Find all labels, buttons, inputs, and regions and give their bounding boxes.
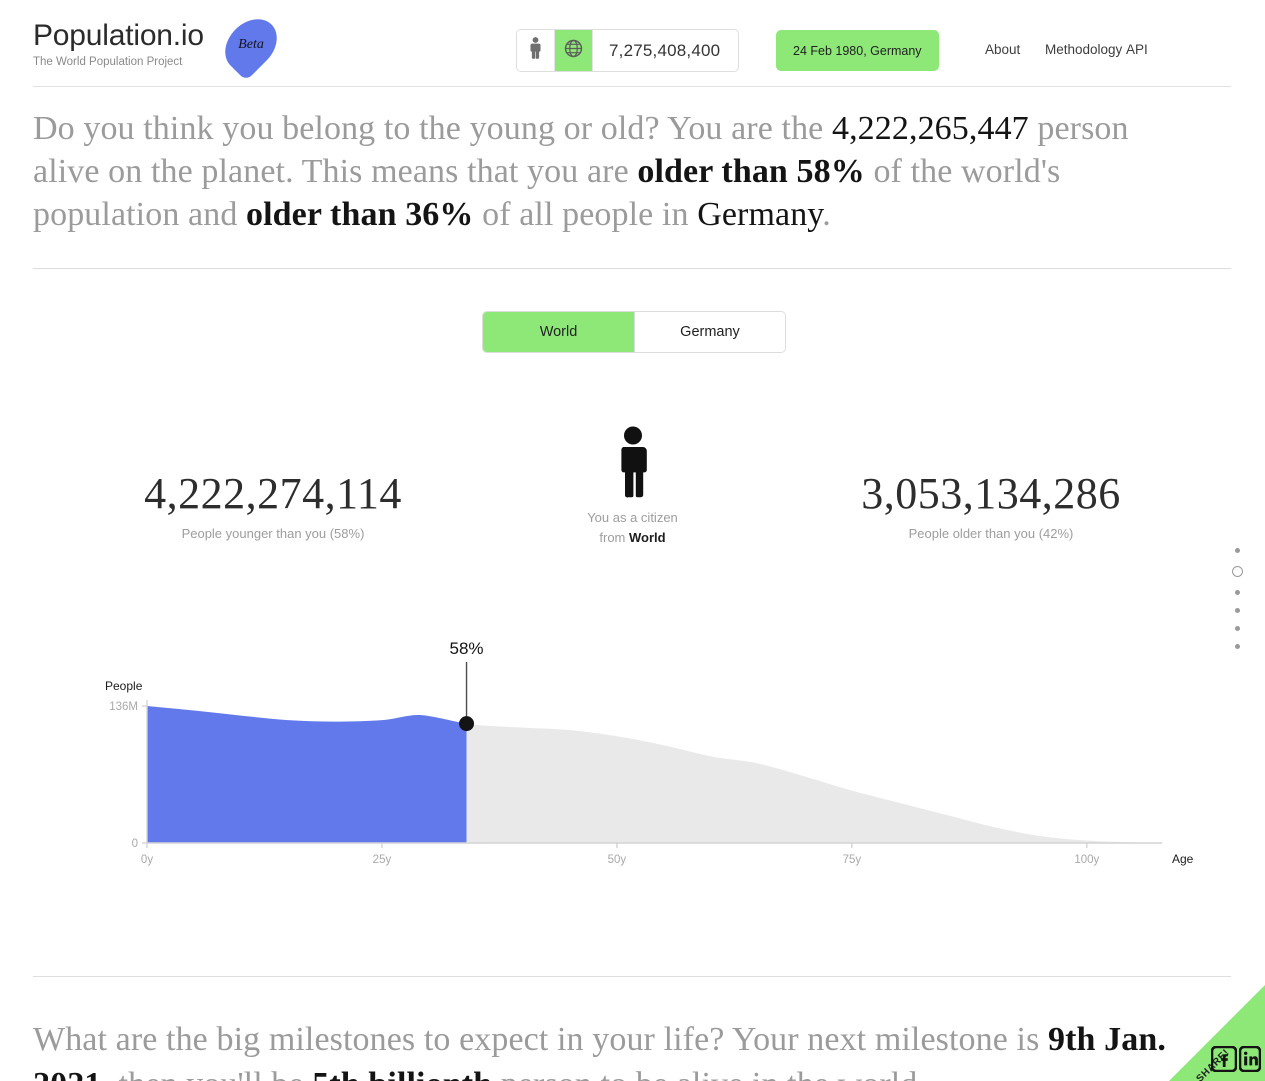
brand-subtitle: The World Population Project xyxy=(33,55,204,69)
people-younger-caption: People younger than you (58%) xyxy=(40,526,506,541)
x-tick-label: 0y xyxy=(141,854,153,866)
x-tick-label: 100y xyxy=(1074,854,1099,866)
dot-nav-item-4[interactable] xyxy=(1235,608,1240,613)
main-nav: About Methodology API xyxy=(985,42,1148,57)
birthday-country-pill[interactable]: 24 Feb 1980, Germany xyxy=(776,30,939,71)
stat-you-scope: World xyxy=(629,530,666,545)
age-marker-label: 58% xyxy=(450,640,484,658)
brand-logo[interactable]: Population.io The World Population Proje… xyxy=(33,18,204,69)
stat-you-citizen: You as a citizen from World xyxy=(506,420,759,548)
brand-title: Population.io xyxy=(33,18,204,54)
headline-older-world: older than 58% xyxy=(637,153,864,190)
y-tick-label: 0 xyxy=(132,838,138,850)
headline-older-country: older than 36% xyxy=(246,196,473,233)
population-counter-value: 7,275,408,400 xyxy=(593,30,738,71)
stat-you-line1: You as a citizen xyxy=(587,510,678,525)
milestones-part-1: What are the big milestones to expect in… xyxy=(33,1021,1048,1058)
nav-link-api[interactable]: API xyxy=(1126,42,1148,57)
stat-you-caption: You as a citizen from World xyxy=(506,508,759,548)
share-icon-group xyxy=(1211,1046,1261,1077)
people-older-value: 3,053,134,286 xyxy=(758,468,1224,520)
beta-badge: Beta xyxy=(215,9,287,81)
milestones-paragraph: What are the big milestones to expect in… xyxy=(33,1017,1213,1081)
scope-tab-group: World Germany xyxy=(482,311,786,353)
headline-part-4: of all people in xyxy=(474,196,698,233)
header-divider xyxy=(33,86,1231,87)
section-dot-nav xyxy=(1232,548,1243,649)
dot-nav-item-1[interactable] xyxy=(1235,548,1240,553)
population-counter-group[interactable]: 7,275,408,400 xyxy=(516,29,739,72)
headline-rank: 4,222,265,447 xyxy=(832,110,1029,147)
stats-row: 4,222,274,114 People younger than you (5… xyxy=(0,420,1265,570)
section-divider-bottom xyxy=(33,976,1231,977)
milestone-rank: 5th billionth xyxy=(312,1066,492,1081)
nav-link-methodology[interactable]: Methodology xyxy=(1045,42,1126,57)
facebook-icon[interactable] xyxy=(1211,1046,1237,1077)
globe-icon xyxy=(564,39,583,63)
dot-nav-item-3[interactable] xyxy=(1235,590,1240,595)
stat-people-older: 3,053,134,286 People older than you (42%… xyxy=(758,468,1224,541)
headline-country: Germany xyxy=(697,196,822,233)
age-marker-dot[interactable] xyxy=(459,716,474,731)
person-icon xyxy=(529,37,542,64)
y-axis-title: People xyxy=(105,679,143,693)
linkedin-icon[interactable] xyxy=(1239,1046,1261,1077)
headline-paragraph: Do you think you belong to the young or … xyxy=(33,107,1193,236)
world-scope-toggle[interactable] xyxy=(555,30,593,71)
milestones-part-3: person to be alive in the world. xyxy=(492,1066,926,1081)
people-younger-value: 4,222,274,114 xyxy=(40,468,506,520)
x-axis-title: Age xyxy=(1172,852,1194,866)
nav-link-about[interactable]: About xyxy=(985,42,1045,57)
x-tick-label: 25y xyxy=(373,854,392,866)
stat-you-line2-prefix: from xyxy=(599,530,629,545)
section-divider-top xyxy=(33,268,1231,269)
tab-germany[interactable]: Germany xyxy=(634,312,785,352)
x-tick-label: 50y xyxy=(608,854,627,866)
y-tick-label: 136M xyxy=(109,701,138,713)
person-scope-toggle[interactable] xyxy=(517,30,555,71)
dot-nav-item-5[interactable] xyxy=(1235,626,1240,631)
site-header: Population.io The World Population Proje… xyxy=(0,0,1265,88)
stat-people-younger: 4,222,274,114 People younger than you (5… xyxy=(40,468,506,541)
people-older-caption: People older than you (42%) xyxy=(758,526,1224,541)
beta-badge-label: Beta xyxy=(222,23,280,67)
headline-part-5: . xyxy=(822,196,831,233)
age-distribution-chart: 0 136M 0y 25y 50y 75y 100y People Age 58% xyxy=(0,640,1265,880)
population-io-page: Population.io The World Population Proje… xyxy=(0,0,1265,1081)
tab-world[interactable]: World xyxy=(483,312,634,352)
chart-canvas: 0 136M 0y 25y 50y 75y 100y People Age 58% xyxy=(0,640,1265,880)
headline-part-1: Do you think you belong to the young or … xyxy=(33,110,832,147)
x-tick-label: 75y xyxy=(843,854,862,866)
share-corner-badge[interactable]: SHARE! xyxy=(1169,985,1265,1081)
person-icon xyxy=(506,420,759,498)
milestones-part-2: , then you'll be xyxy=(101,1066,312,1081)
dot-nav-item-2[interactable] xyxy=(1232,566,1243,577)
